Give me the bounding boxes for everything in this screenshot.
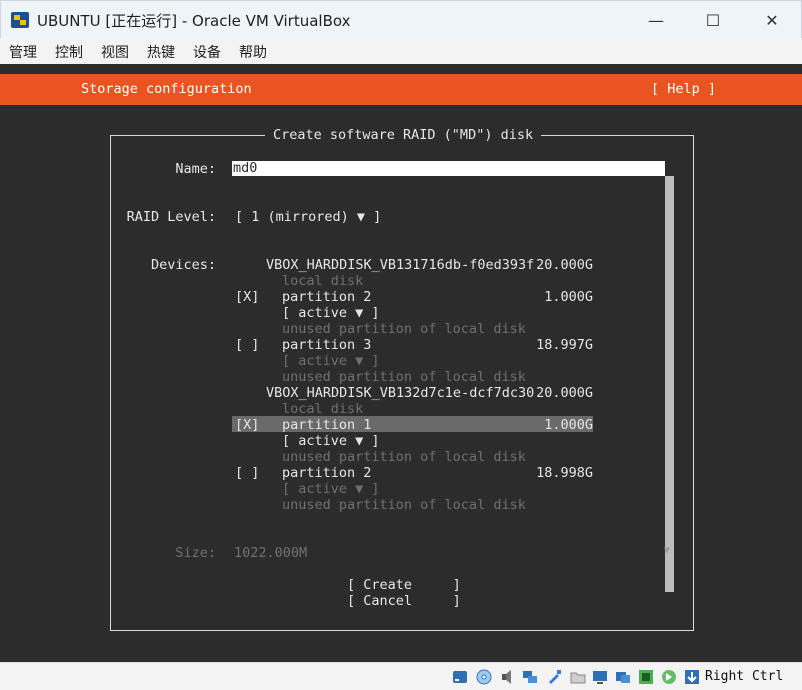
- disk-description: local disk: [282, 273, 364, 289]
- menu-bar: 管理 控制 视图 热键 设备 帮助: [0, 38, 802, 64]
- name-input[interactable]: md0: [232, 161, 665, 176]
- network-icon[interactable]: [521, 668, 539, 686]
- scrollbar[interactable]: [665, 176, 674, 592]
- virtualization-icon[interactable]: [637, 668, 655, 686]
- partition-size: 1.000G: [544, 289, 593, 305]
- create-button[interactable]: [ Create ]: [347, 577, 461, 593]
- partition-role-select[interactable]: [ active ▼ ]: [282, 305, 380, 321]
- close-button[interactable]: ✕: [749, 1, 795, 39]
- close-icon: ✕: [765, 10, 779, 30]
- partition-description: unused partition of local disk: [282, 369, 526, 385]
- video-capture-icon[interactable]: [614, 668, 632, 686]
- menu-hotkeys[interactable]: 热键: [147, 42, 175, 62]
- menu-manage[interactable]: 管理: [9, 42, 37, 62]
- disk-size: 20.000G: [536, 385, 593, 401]
- dialog-title: Create software RAID ("MD") disk: [265, 127, 542, 143]
- partition-description: unused partition of local disk: [282, 497, 526, 513]
- mouse-integration-icon[interactable]: [660, 668, 678, 686]
- audio-icon[interactable]: [499, 668, 517, 686]
- window-title: UBUNTU [正在运行] - Oracle VM VirtualBox: [37, 12, 351, 30]
- size-value: 1022.000M: [234, 545, 308, 561]
- size-label: Size:: [175, 545, 216, 561]
- partition-checkbox[interactable]: [ ]: [235, 465, 259, 481]
- devices-label: Devices:: [150, 257, 216, 273]
- installer-header-title: Storage configuration: [81, 81, 252, 97]
- vm-display[interactable]: Storage configuration [ Help ] Create so…: [0, 64, 802, 662]
- partition-size: 1.000G: [544, 417, 593, 433]
- shared-folders-icon[interactable]: [569, 668, 587, 686]
- partition-size: 18.997G: [536, 337, 593, 353]
- partition-size: 18.998G: [536, 465, 593, 481]
- partition-checkbox[interactable]: [ ]: [235, 337, 259, 353]
- raid-level-select[interactable]: [ 1 (mirrored) ▼ ]: [235, 209, 381, 225]
- virtualbox-app-icon: [11, 12, 29, 28]
- name-label: Name:: [175, 161, 216, 177]
- optical-disc-icon[interactable]: [475, 668, 493, 686]
- display-icon[interactable]: [591, 668, 609, 686]
- help-button[interactable]: [ Help ]: [651, 81, 716, 97]
- partition-name: partition 3: [282, 337, 372, 353]
- partition-name: partition 2: [282, 289, 372, 305]
- menu-view[interactable]: 视图: [101, 42, 129, 62]
- partition-role-select: [ active ▼ ]: [282, 481, 380, 497]
- maximize-icon: ☐: [705, 10, 721, 30]
- partition-description: unused partition of local disk: [282, 321, 526, 337]
- scroll-down-icon: ▼: [664, 545, 671, 556]
- partition-name: partition 1: [282, 417, 372, 433]
- partition-checkbox[interactable]: [X]: [235, 289, 259, 305]
- keyboard-capture-icon[interactable]: [683, 668, 701, 686]
- installer-header: Storage configuration [ Help ]: [0, 74, 802, 105]
- hdd-icon[interactable]: [451, 668, 469, 686]
- window-title-bar[interactable]: UBUNTU [正在运行] - Oracle VM VirtualBox — ☐…: [0, 0, 802, 38]
- menu-control[interactable]: 控制: [55, 42, 83, 62]
- host-key-label: Right Ctrl: [705, 669, 784, 684]
- menu-help[interactable]: 帮助: [239, 42, 267, 62]
- menu-devices[interactable]: 设备: [193, 42, 221, 62]
- cancel-button[interactable]: [ Cancel ]: [347, 593, 461, 609]
- partition-role-select: [ active ▼ ]: [282, 353, 380, 369]
- disk-size: 20.000G: [536, 257, 593, 273]
- partition-name: partition 2: [282, 465, 372, 481]
- minimize-button[interactable]: —: [633, 1, 679, 39]
- disk-name: VBOX_HARDDISK_VB132d7c1e-dcf7dc30: [266, 385, 535, 401]
- partition-checkbox[interactable]: [X]: [235, 417, 259, 433]
- disk-name: VBOX_HARDDISK_VB131716db-f0ed393f: [266, 257, 535, 273]
- minimize-icon: —: [648, 10, 664, 30]
- usb-icon[interactable]: [545, 668, 563, 686]
- partition-role-select[interactable]: [ active ▼ ]: [282, 433, 380, 449]
- partition-description: unused partition of local disk: [282, 449, 526, 465]
- maximize-button[interactable]: ☐: [690, 1, 736, 39]
- raid-level-label: RAID Level:: [126, 209, 216, 225]
- disk-description: local disk: [282, 401, 364, 417]
- status-bar: Right Ctrl: [0, 662, 802, 690]
